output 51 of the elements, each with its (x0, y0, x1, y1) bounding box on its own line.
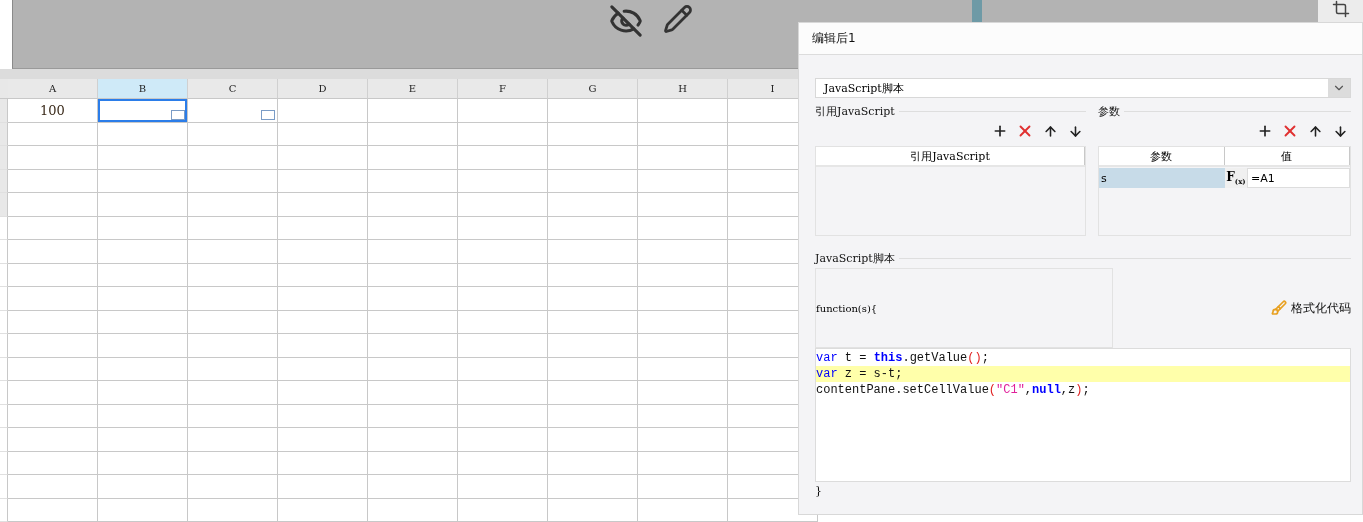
section-title: 参数 (1098, 103, 1120, 119)
row-header[interactable] (0, 475, 8, 499)
format-code-button[interactable]: 格式化代码 (1271, 299, 1351, 317)
column-header[interactable]: C (188, 79, 278, 99)
function-signature: function(s){ (816, 302, 878, 314)
row-header[interactable] (0, 310, 8, 334)
type-dropdown[interactable]: JavaScript脚本 (815, 78, 1351, 98)
row-header[interactable] (0, 216, 8, 240)
column-header: 值 (1224, 147, 1350, 165)
row-header[interactable] (0, 193, 8, 217)
column-header[interactable]: B (98, 79, 188, 99)
column-header[interactable]: H (638, 79, 728, 99)
code-line: var t = this.getValue(); (816, 350, 990, 366)
code-line: contentPane.setCellValue("C1",null,z); (816, 382, 1091, 398)
column-header[interactable]: D (278, 79, 368, 99)
row-header[interactable] (0, 263, 8, 287)
section-title: 引用JavaScript (815, 103, 895, 119)
closing-brace: } (815, 484, 822, 497)
cell-value: 100 (40, 102, 65, 118)
row-header[interactable] (0, 428, 8, 452)
row-header[interactable] (0, 334, 8, 358)
chevron-down-icon[interactable] (1328, 79, 1350, 97)
column-header[interactable]: A (8, 79, 98, 99)
corner-header[interactable] (0, 79, 8, 99)
row-header[interactable] (0, 99, 8, 123)
column-header: 引用JavaScript (816, 147, 1085, 165)
row-header[interactable] (0, 146, 8, 170)
row-header[interactable] (0, 122, 8, 146)
pencil-icon[interactable] (663, 4, 693, 34)
row-header[interactable] (0, 287, 8, 311)
dialog-title: 编辑后1 (799, 23, 1362, 55)
row-header[interactable] (0, 169, 8, 193)
row-header[interactable] (0, 357, 8, 381)
code-editor[interactable]: var t = this.getValue(); var z = s-t; contentPane.setCellValue("C1",null,z); (815, 348, 1351, 482)
row-header[interactable] (0, 451, 8, 475)
column-header[interactable]: G (548, 79, 638, 99)
column-header[interactable]: E (368, 79, 458, 99)
row-header[interactable] (0, 498, 8, 522)
crop-icon[interactable] (1331, 0, 1350, 18)
column-header: 参数 (1099, 147, 1225, 165)
column-header[interactable]: F (458, 79, 548, 99)
section-title: JavaScript脚本 (815, 250, 895, 266)
row-header[interactable] (0, 381, 8, 405)
formula-button[interactable]: F$_{(x)}$ (1225, 168, 1247, 188)
splitter-bar[interactable] (972, 0, 982, 22)
brush-icon (1271, 300, 1287, 316)
value-input-field[interactable]: =A1 (1247, 168, 1350, 188)
row-header[interactable] (0, 240, 8, 264)
parameter-name-cell[interactable]: s (1099, 168, 1225, 188)
eye-off-icon[interactable] (609, 4, 643, 38)
row-header[interactable] (0, 404, 8, 428)
